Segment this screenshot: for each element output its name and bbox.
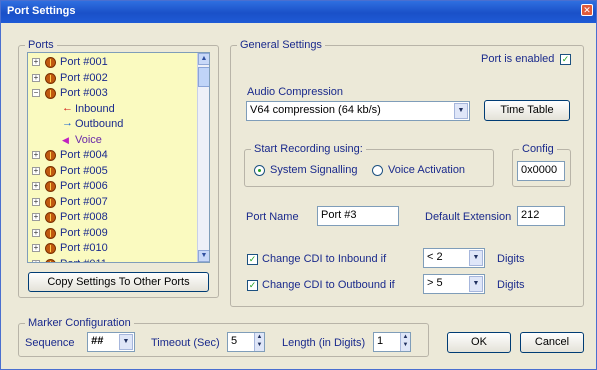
length-value: 1	[377, 335, 384, 347]
expand-icon[interactable]: +	[32, 197, 40, 206]
inbound-arrow-icon: ←	[62, 101, 73, 114]
cdi-outbound-label[interactable]: Change CDI to Outbound if	[262, 279, 395, 291]
port-enabled-checkbox[interactable]: ✓	[560, 54, 571, 65]
expand-icon[interactable]: +	[32, 182, 40, 190]
tree-item-label: Voice	[75, 133, 102, 146]
time-table-button[interactable]: Time Table	[484, 100, 570, 121]
audio-compression-label: Audio Compression	[247, 86, 343, 98]
default-extension-label: Default Extension	[425, 211, 512, 223]
scroll-down-icon[interactable]: ▼	[198, 250, 209, 262]
tree-item-label: Port #011	[60, 258, 107, 263]
port-enabled-label: Port is enabled	[481, 53, 555, 65]
port-icon	[45, 227, 56, 239]
speaker-icon: ◀	[62, 134, 69, 145]
close-icon[interactable]: ✕	[581, 4, 593, 16]
port-icon	[45, 212, 56, 223]
sequence-label: Sequence	[25, 337, 75, 349]
tree-item-label: Port #002	[60, 71, 108, 84]
expand-icon[interactable]: +	[32, 244, 40, 252]
system-signalling-label[interactable]: System Signalling	[270, 164, 357, 176]
expand-icon[interactable]: +	[32, 259, 40, 262]
outbound-digits-label: Digits	[497, 279, 525, 291]
tree-item-label: Port #009	[60, 226, 108, 239]
tree-item-label: Port #005	[60, 164, 108, 177]
timeout-value: 5	[231, 335, 238, 347]
start-recording-legend: Start Recording using:	[251, 143, 366, 155]
window-title: Port Settings	[7, 5, 76, 17]
tree-item-label: Port #008	[60, 211, 108, 223]
chevron-down-icon[interactable]: ▼	[469, 250, 483, 266]
timeout-spinner[interactable]: 5 ▲ ▼	[227, 332, 265, 352]
cdi-inbound-value: < 2	[427, 251, 443, 263]
tree-scrollbar[interactable]: ▲ ▼	[197, 53, 209, 262]
expand-icon[interactable]: +	[32, 58, 40, 66]
tree-item-label: Port #010	[60, 242, 108, 254]
copy-settings-button[interactable]: Copy Settings To Other Ports	[28, 272, 209, 292]
system-signalling-radio[interactable]	[254, 165, 265, 176]
port-icon	[45, 165, 56, 177]
marker-config-group: Marker Configuration	[18, 317, 429, 357]
tree-item-label: Port #001	[60, 56, 108, 68]
chevron-down-icon[interactable]: ▼	[469, 276, 483, 292]
cdi-inbound-checkbox[interactable]: ✓	[247, 254, 258, 265]
tree-item-label: Port #006	[60, 180, 108, 192]
expand-icon[interactable]: +	[32, 228, 40, 237]
cdi-outbound-value: > 5	[427, 277, 443, 289]
cdi-outbound-checkbox[interactable]: ✓	[247, 280, 258, 291]
port-icon	[45, 72, 56, 84]
inbound-digits-label: Digits	[497, 253, 525, 265]
length-label: Length (in Digits)	[282, 337, 366, 349]
tree-item-label: Outbound	[75, 118, 124, 130]
scroll-thumb[interactable]	[198, 67, 209, 87]
expand-icon[interactable]: +	[32, 151, 40, 159]
cdi-outbound-select[interactable]: > 5 ▼	[423, 274, 485, 294]
voice-activation-radio[interactable]	[372, 165, 383, 176]
tree-item-label: Inbound	[75, 102, 115, 115]
cancel-button[interactable]: Cancel	[520, 332, 584, 353]
ok-button[interactable]: OK	[447, 332, 511, 353]
port-icon	[45, 88, 56, 99]
port-icon	[45, 243, 56, 254]
marker-config-legend: Marker Configuration	[25, 317, 134, 329]
expand-icon[interactable]: +	[32, 73, 40, 82]
port-icon	[45, 196, 56, 208]
tree-item-label: Port #007	[60, 195, 108, 208]
port-icon	[45, 258, 56, 262]
port-icon	[45, 181, 56, 192]
port-icon	[45, 150, 56, 161]
ports-tree[interactable]: + Port #011 + Port #010 + Port #009 + Port #008…	[27, 52, 210, 263]
sequence-value: ##	[91, 335, 104, 347]
audio-compression-select[interactable]: V64 compression (64 kb/s) ▼	[246, 101, 470, 121]
sequence-select[interactable]: ## ▼	[87, 332, 135, 352]
config-input[interactable]: 0x0000	[517, 161, 565, 181]
title-bar[interactable]: Port Settings ✕	[1, 1, 596, 23]
collapse-icon[interactable]: −	[32, 89, 40, 97]
config-legend: Config	[519, 143, 557, 155]
chevron-down-icon[interactable]: ▼	[119, 334, 133, 350]
outbound-arrow-icon: →	[62, 117, 73, 129]
expand-icon[interactable]: +	[32, 166, 40, 175]
length-spinner[interactable]: 1 ▲ ▼	[373, 332, 411, 352]
port-name-label: Port Name	[246, 211, 299, 223]
cdi-inbound-select[interactable]: < 2 ▼	[423, 248, 485, 268]
timeout-spin-icon[interactable]: ▲ ▼	[254, 333, 264, 351]
audio-compression-value: V64 compression (64 kb/s)	[250, 104, 381, 116]
chevron-down-icon[interactable]: ▼	[454, 103, 468, 119]
default-extension-input[interactable]: 212	[517, 206, 565, 226]
port-name-input[interactable]: Port #3	[317, 206, 399, 226]
scroll-up-icon[interactable]: ▲	[198, 53, 209, 65]
port-icon	[45, 57, 56, 68]
ports-legend: Ports	[25, 39, 57, 51]
port-settings-window: Port Settings ✕ Ports + Port #011 + Port #0…	[0, 0, 597, 370]
general-settings-legend: General Settings	[237, 39, 325, 51]
tree-item-label: Port #004	[60, 149, 108, 161]
cdi-inbound-label[interactable]: Change CDI to Inbound if	[262, 253, 386, 265]
tree-item-label: Port #003	[60, 87, 108, 99]
expand-icon[interactable]: +	[32, 213, 40, 221]
voice-activation-label[interactable]: Voice Activation	[388, 164, 465, 176]
length-spin-icon[interactable]: ▲ ▼	[400, 333, 410, 351]
timeout-label: Timeout (Sec)	[151, 337, 220, 349]
